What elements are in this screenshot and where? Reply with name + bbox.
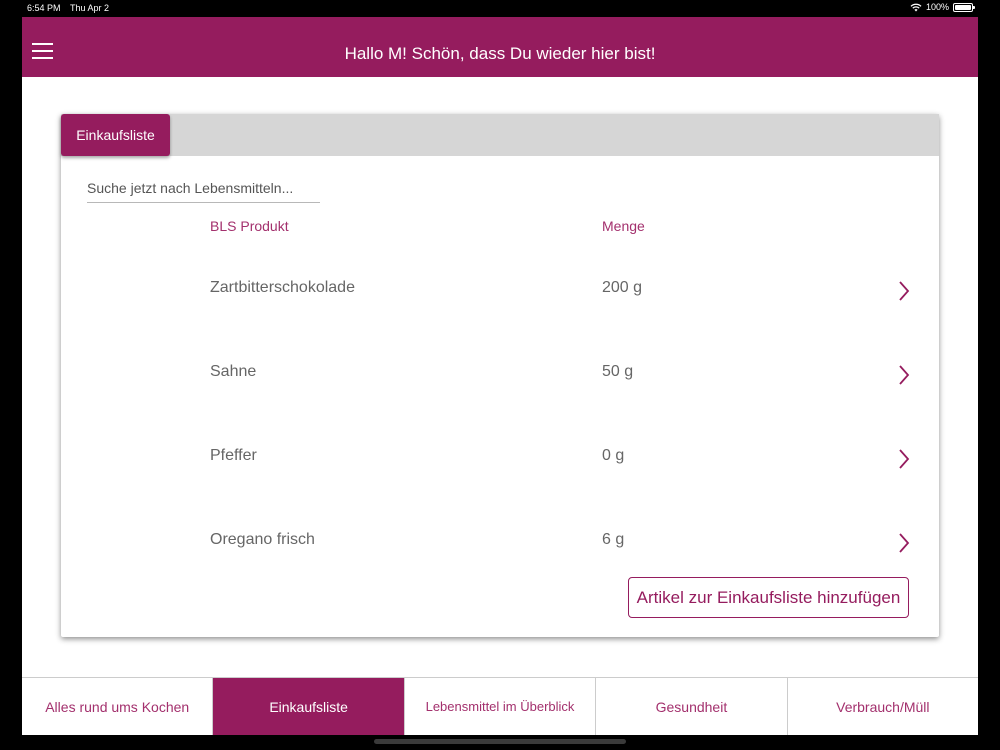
app-header: Hallo M! Schön, dass Du wieder hier bist… bbox=[22, 17, 978, 77]
battery-icon bbox=[953, 2, 975, 12]
item-name: Sahne bbox=[210, 363, 257, 380]
column-header-product: BLS Produkt bbox=[210, 218, 289, 234]
item-name: Oregano frisch bbox=[210, 531, 315, 548]
chevron-right-icon[interactable] bbox=[896, 531, 912, 555]
tab-food-overview[interactable]: Lebensmittel im Überblick bbox=[405, 678, 597, 735]
column-header-quantity: Menge bbox=[602, 218, 645, 234]
add-item-button[interactable]: Artikel zur Einkaufsliste hinzufügen bbox=[628, 577, 909, 618]
status-right: 100% bbox=[910, 2, 975, 12]
wifi-icon bbox=[910, 3, 922, 11]
card-tab-einkaufsliste[interactable]: Einkaufsliste bbox=[61, 114, 170, 156]
item-quantity: 50 g bbox=[602, 363, 634, 380]
search-input[interactable] bbox=[87, 173, 320, 203]
list-item[interactable]: Sahne 50 g bbox=[61, 363, 939, 447]
tab-consumption-waste[interactable]: Verbrauch/Müll bbox=[788, 678, 978, 735]
item-quantity: 6 g bbox=[602, 531, 625, 548]
status-time: 6:54 PM bbox=[27, 3, 61, 13]
shopping-list-card: Einkaufsliste BLS Produkt Menge Zartbitt… bbox=[61, 114, 939, 637]
home-indicator bbox=[374, 739, 626, 744]
status-bar: 6:54 PM Thu Apr 2 100% bbox=[0, 0, 1000, 17]
tab-cooking[interactable]: Alles rund ums Kochen bbox=[22, 678, 214, 735]
item-quantity: 200 g bbox=[602, 279, 643, 296]
header-title: Hallo M! Schön, dass Du wieder hier bist… bbox=[344, 44, 656, 63]
item-quantity: 0 g bbox=[602, 447, 625, 464]
chevron-right-icon[interactable] bbox=[896, 447, 912, 471]
status-date: Thu Apr 2 bbox=[70, 3, 110, 13]
battery-percent: 100% bbox=[925, 2, 949, 12]
tab-shopping-list[interactable]: Einkaufsliste bbox=[213, 678, 405, 735]
app-screen: Hallo M! Schön, dass Du wieder hier bist… bbox=[22, 17, 978, 735]
device-frame: 6:54 PM Thu Apr 2 100% Hallo M! Schön, d… bbox=[0, 0, 1000, 750]
hamburger-icon[interactable] bbox=[32, 43, 53, 59]
item-name: Zartbitterschokolade bbox=[210, 279, 355, 296]
list-item[interactable]: Pfeffer 0 g bbox=[61, 447, 939, 531]
item-name: Pfeffer bbox=[210, 447, 257, 464]
chevron-right-icon[interactable] bbox=[896, 363, 912, 387]
tab-health[interactable]: Gesundheit bbox=[596, 678, 788, 735]
chevron-right-icon[interactable] bbox=[896, 279, 912, 303]
card-topbar bbox=[61, 114, 939, 156]
bottom-tab-bar: Alles rund ums Kochen Einkaufsliste Lebe… bbox=[22, 677, 978, 735]
list-item[interactable]: Zartbitterschokolade 200 g bbox=[61, 279, 939, 363]
